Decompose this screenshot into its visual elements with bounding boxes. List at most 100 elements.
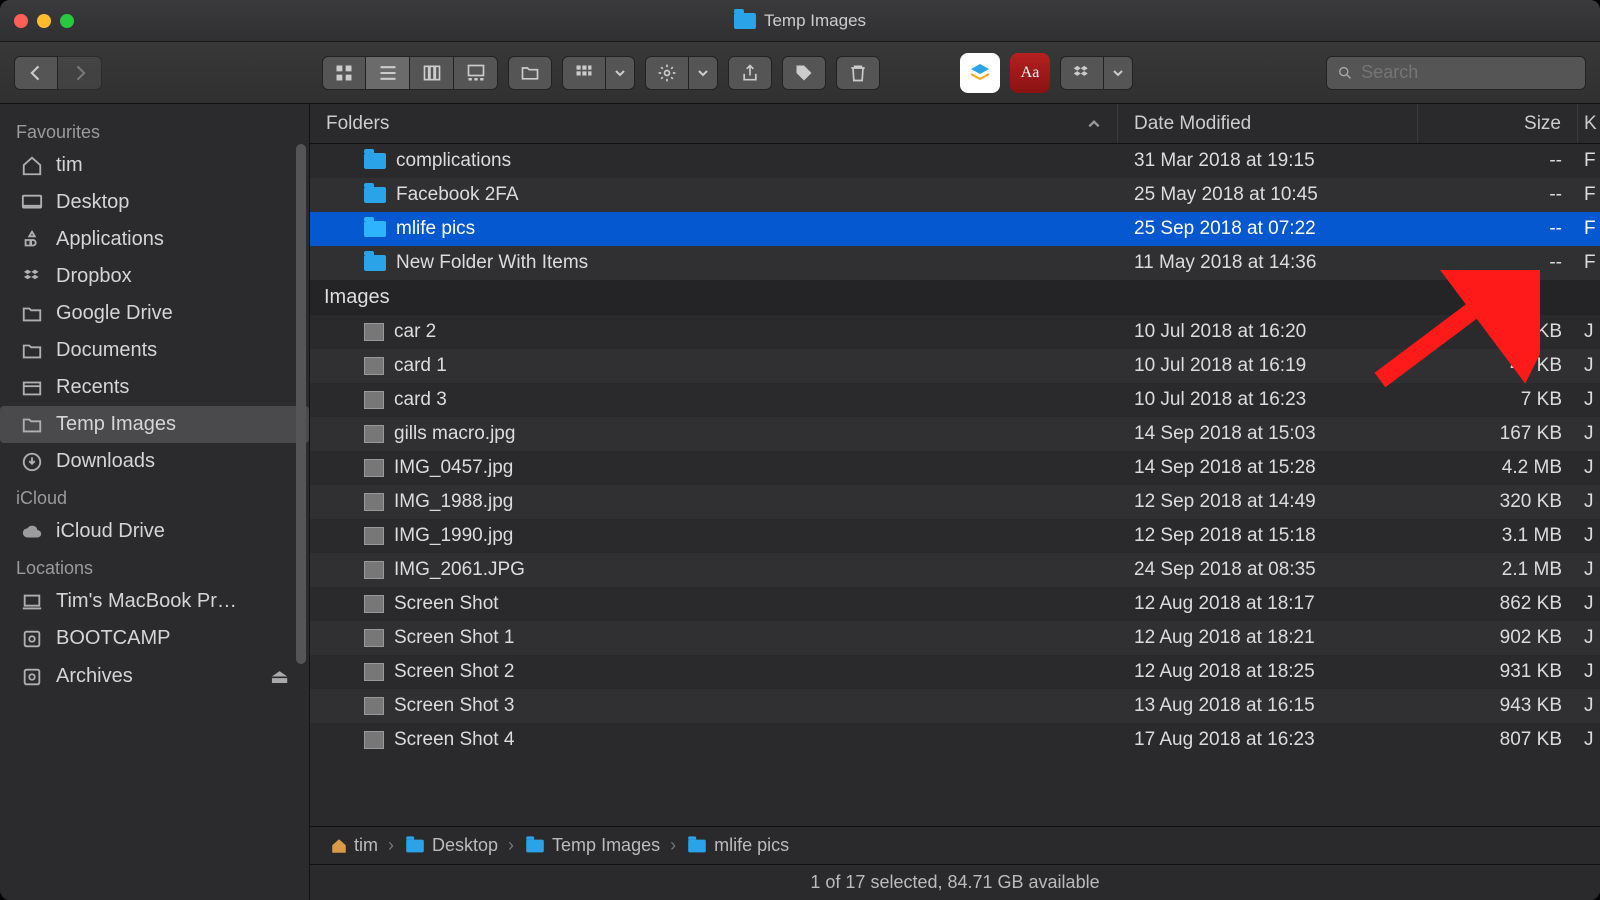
folder-plus-icon bbox=[520, 63, 540, 83]
file-date: 31 Mar 2018 at 19:15 bbox=[1118, 144, 1418, 178]
sidebar-item[interactable]: Applications bbox=[0, 221, 309, 258]
image-thumbnail-icon bbox=[364, 527, 384, 545]
file-date: 24 Sep 2018 at 08:35 bbox=[1118, 553, 1418, 587]
table-row[interactable]: IMG_1988.jpg12 Sep 2018 at 14:49320 KBJ bbox=[310, 485, 1600, 519]
forward-button[interactable] bbox=[58, 56, 102, 90]
sidebar-item[interactable]: iCloud Drive bbox=[0, 513, 309, 550]
file-size: 807 KB bbox=[1418, 723, 1578, 757]
table-row[interactable]: card 310 Jul 2018 at 16:237 KBJ bbox=[310, 383, 1600, 417]
table-row[interactable]: Facebook 2FA25 May 2018 at 10:45--F bbox=[310, 178, 1600, 212]
dropbox-icon bbox=[20, 267, 44, 287]
sidebar-item[interactable]: BOOTCAMP bbox=[0, 620, 309, 657]
app-icon-dictionary[interactable]: Aa bbox=[1010, 53, 1050, 93]
folder-icon bbox=[734, 13, 756, 29]
folder-icon bbox=[20, 304, 44, 324]
dropbox-dropdown[interactable] bbox=[1104, 56, 1133, 90]
table-row[interactable]: IMG_1990.jpg12 Sep 2018 at 15:183.1 MBJ bbox=[310, 519, 1600, 553]
apps-icon bbox=[20, 230, 44, 250]
table-row[interactable]: Screen Shot 212 Aug 2018 at 18:25931 KBJ bbox=[310, 655, 1600, 689]
file-name: Screen Shot bbox=[394, 593, 499, 615]
file-size: 25 KB bbox=[1418, 315, 1578, 349]
file-kind: F bbox=[1578, 212, 1600, 246]
file-name: Facebook 2FA bbox=[396, 184, 519, 206]
sidebar-item[interactable]: Tim's MacBook Pr… bbox=[0, 583, 309, 620]
new-folder-button[interactable] bbox=[508, 56, 552, 90]
gallery-view-button[interactable] bbox=[454, 56, 498, 90]
table-row[interactable]: Screen Shot 313 Aug 2018 at 16:15943 KBJ bbox=[310, 689, 1600, 723]
sidebar-item[interactable]: Downloads bbox=[0, 443, 309, 480]
group-button[interactable] bbox=[562, 56, 606, 90]
table-row[interactable]: Screen Shot 417 Aug 2018 at 16:23807 KBJ bbox=[310, 723, 1600, 757]
file-date: 25 May 2018 at 10:45 bbox=[1118, 178, 1418, 212]
sidebar-item[interactable]: Desktop bbox=[0, 184, 309, 221]
disk-icon bbox=[20, 667, 44, 687]
sidebar-item-label: Archives bbox=[56, 665, 133, 688]
table-row[interactable]: mlife pics25 Sep 2018 at 07:22--F bbox=[310, 212, 1600, 246]
group-dropdown[interactable] bbox=[606, 56, 635, 90]
file-kind: F bbox=[1578, 178, 1600, 212]
column-kind[interactable]: K bbox=[1578, 104, 1600, 143]
sidebar-item[interactable]: Temp Images bbox=[0, 406, 309, 443]
search-input[interactable] bbox=[1361, 62, 1575, 83]
eject-icon[interactable]: ⏏ bbox=[270, 664, 289, 689]
close-icon[interactable] bbox=[14, 14, 28, 28]
finder-window: Temp Images bbox=[0, 0, 1600, 900]
trash-button[interactable] bbox=[836, 56, 880, 90]
sidebar-item[interactable]: Recents bbox=[0, 369, 309, 406]
table-row[interactable]: IMG_0457.jpg14 Sep 2018 at 15:284.2 MBJ bbox=[310, 451, 1600, 485]
file-size: 3.1 MB bbox=[1418, 519, 1578, 553]
path-segment[interactable]: tim bbox=[330, 835, 378, 856]
table-row[interactable]: New Folder With Items11 May 2018 at 14:3… bbox=[310, 246, 1600, 280]
folder-icon bbox=[526, 839, 544, 852]
minimize-icon[interactable] bbox=[37, 14, 51, 28]
dropbox-menu[interactable] bbox=[1060, 56, 1133, 90]
zoom-icon[interactable] bbox=[60, 14, 74, 28]
search-field[interactable] bbox=[1326, 56, 1586, 90]
file-kind: J bbox=[1578, 553, 1600, 587]
file-date: 12 Aug 2018 at 18:17 bbox=[1118, 587, 1418, 621]
column-date[interactable]: Date Modified bbox=[1118, 104, 1418, 143]
action-menu[interactable] bbox=[645, 56, 718, 90]
list-view-button[interactable] bbox=[366, 56, 410, 90]
column-name[interactable]: Folders bbox=[310, 104, 1118, 143]
path-segment[interactable]: Temp Images bbox=[524, 835, 660, 856]
icon-view-button[interactable] bbox=[322, 56, 366, 90]
titlebar: Temp Images bbox=[0, 0, 1600, 42]
action-button[interactable] bbox=[645, 56, 689, 90]
table-row[interactable]: Screen Shot12 Aug 2018 at 18:17862 KBJ bbox=[310, 587, 1600, 621]
table-row[interactable]: card 110 Jul 2018 at 16:1945 KBJ bbox=[310, 349, 1600, 383]
sidebar-item[interactable]: Dropbox bbox=[0, 258, 309, 295]
chevron-down-icon bbox=[1112, 67, 1124, 79]
action-dropdown[interactable] bbox=[689, 56, 718, 90]
file-kind: J bbox=[1578, 451, 1600, 485]
sidebar-item-label: Temp Images bbox=[56, 413, 176, 436]
file-kind: J bbox=[1578, 519, 1600, 553]
tags-button[interactable] bbox=[782, 56, 826, 90]
sidebar-item[interactable]: Google Drive bbox=[0, 295, 309, 332]
sidebar-item[interactable]: tim bbox=[0, 147, 309, 184]
sidebar-scrollbar[interactable] bbox=[291, 104, 309, 900]
file-size: -- bbox=[1418, 246, 1578, 280]
table-row[interactable]: complications31 Mar 2018 at 19:15--F bbox=[310, 144, 1600, 178]
path-segment[interactable]: mlife pics bbox=[686, 835, 789, 856]
group-by-menu[interactable] bbox=[562, 56, 635, 90]
dropbox-button[interactable] bbox=[1060, 56, 1104, 90]
desktop-icon bbox=[20, 193, 44, 213]
path-segment[interactable]: Desktop bbox=[404, 835, 498, 856]
file-size: 45 KB bbox=[1418, 349, 1578, 383]
column-size[interactable]: Size bbox=[1418, 104, 1578, 143]
share-button[interactable] bbox=[728, 56, 772, 90]
table-row[interactable]: IMG_2061.JPG24 Sep 2018 at 08:352.1 MBJ bbox=[310, 553, 1600, 587]
sidebar-item[interactable]: Documents bbox=[0, 332, 309, 369]
image-thumbnail-icon bbox=[364, 595, 384, 613]
app-icon-stack[interactable] bbox=[960, 53, 1000, 93]
cloud-icon bbox=[20, 522, 44, 542]
table-row[interactable]: gills macro.jpg14 Sep 2018 at 15:03167 K… bbox=[310, 417, 1600, 451]
sidebar-item[interactable]: Archives ⏏ bbox=[0, 657, 309, 696]
table-row[interactable]: car 210 Jul 2018 at 16:2025 KBJ bbox=[310, 315, 1600, 349]
back-button[interactable] bbox=[14, 56, 58, 90]
table-row[interactable]: Screen Shot 112 Aug 2018 at 18:21902 KBJ bbox=[310, 621, 1600, 655]
path-label: Desktop bbox=[432, 835, 498, 856]
column-view-button[interactable] bbox=[410, 56, 454, 90]
folder-icon bbox=[364, 153, 386, 169]
